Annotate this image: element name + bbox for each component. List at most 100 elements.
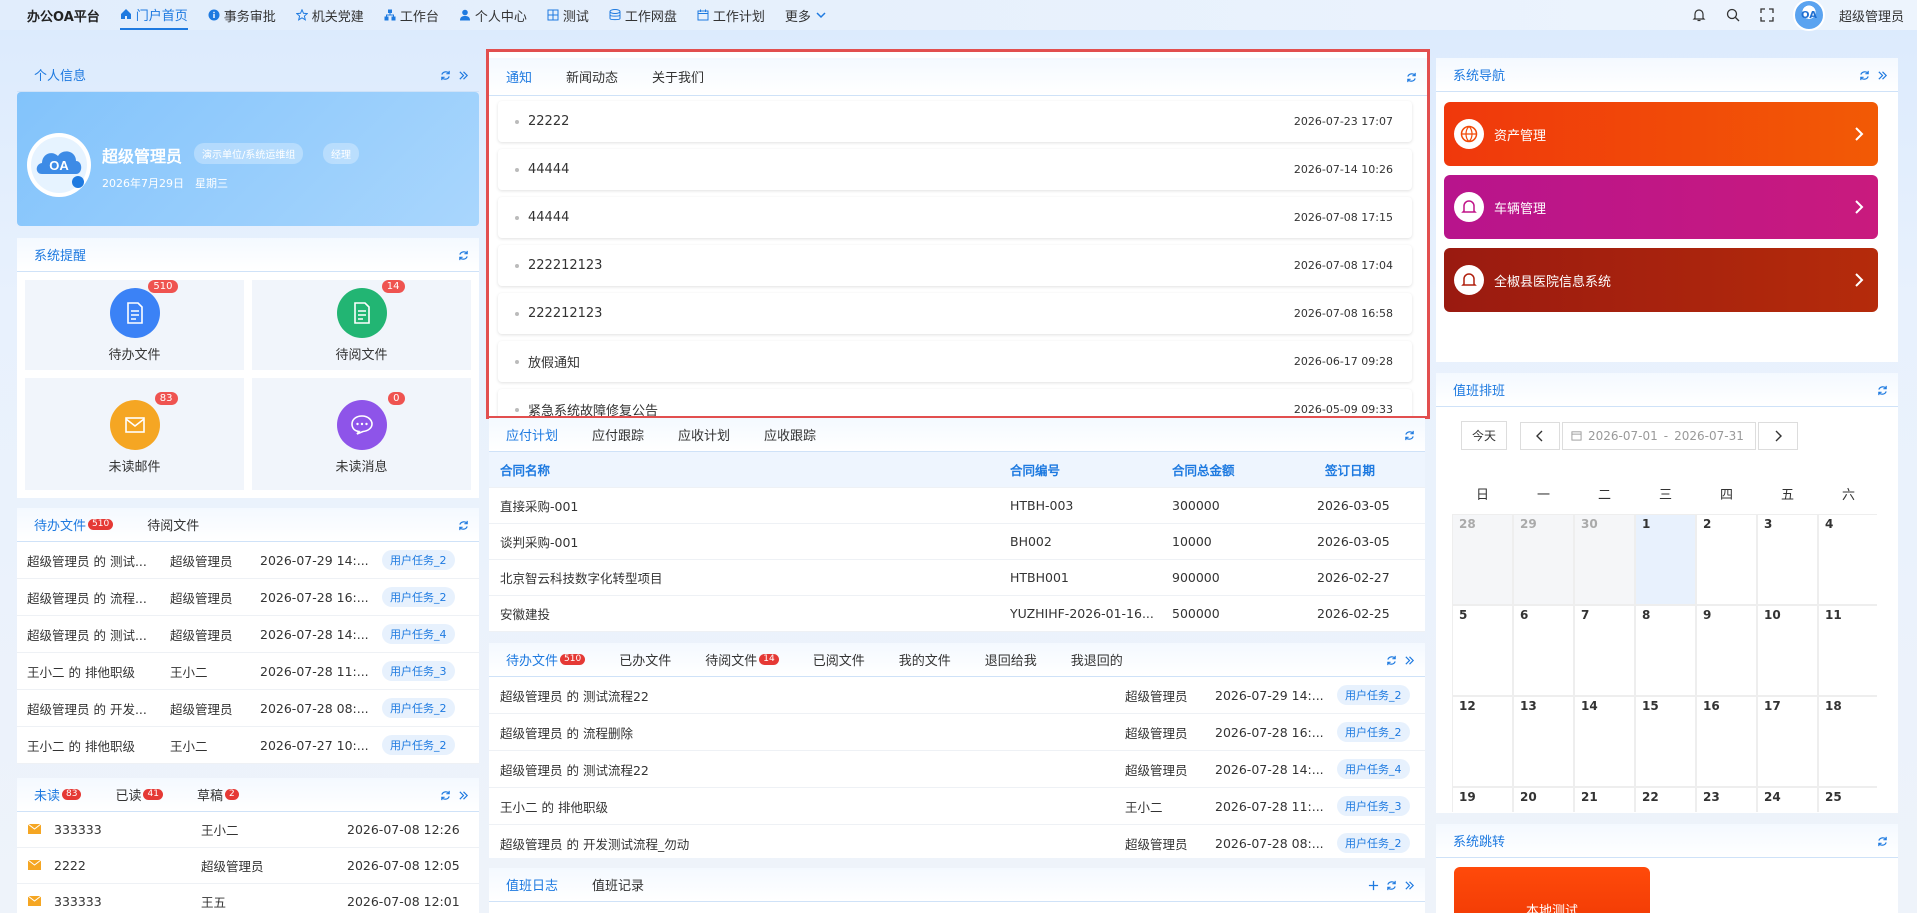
- mail-row[interactable]: 333333 王五 2026-07-08 12:01: [17, 884, 479, 913]
- calendar-day[interactable]: 28: [1452, 514, 1513, 605]
- nav-workplan[interactable]: 工作计划: [697, 0, 765, 30]
- bell-icon[interactable]: [1691, 7, 1707, 23]
- calendar-day[interactable]: 4: [1818, 514, 1877, 605]
- tab-notice[interactable]: 通知: [506, 58, 532, 96]
- refresh-icon[interactable]: [458, 250, 469, 261]
- nav-approval[interactable]: 事务审批: [208, 0, 276, 30]
- list-item[interactable]: 王小二 的 排他职级 王小二 2026-07-28 11:... 用户任务_3: [489, 788, 1425, 825]
- calendar-day[interactable]: 29: [1513, 514, 1574, 605]
- reminder-mail[interactable]: 83 未读邮件: [25, 378, 244, 490]
- notice-item[interactable]: 44444 2026-07-08 17:15: [498, 197, 1412, 238]
- calendar-day[interactable]: 13: [1513, 696, 1574, 787]
- tab-toread[interactable]: 待阅文件: [147, 508, 199, 542]
- list-item[interactable]: 超级管理员 的 测试... 超级管理员 2026-07-29 14:... 用户任务_…: [17, 542, 479, 579]
- sysnav-hospital[interactable]: 全椒县医院信息系统: [1444, 248, 1878, 312]
- calendar-day[interactable]: 15: [1635, 696, 1696, 787]
- tab-done[interactable]: 已办文件: [619, 643, 671, 677]
- notice-item[interactable]: 22222 2026-07-23 17:07: [498, 101, 1412, 142]
- tab-read[interactable]: 已读 41: [115, 778, 163, 812]
- calendar-day[interactable]: 9: [1696, 605, 1757, 696]
- refresh-icon[interactable]: [1404, 430, 1415, 441]
- nav-test[interactable]: 测试: [547, 0, 589, 30]
- notice-item[interactable]: 222212123 2026-07-08 17:04: [498, 245, 1412, 286]
- notice-item[interactable]: 放假通知 2026-06-17 09:28: [498, 341, 1412, 382]
- calendar-day[interactable]: 16: [1696, 696, 1757, 787]
- calendar-day[interactable]: 2: [1696, 514, 1757, 605]
- list-item[interactable]: 超级管理员 的 测试... 超级管理员 2026-07-28 14:... 用户任务_…: [17, 616, 479, 653]
- tab-news[interactable]: 新闻动态: [566, 58, 618, 96]
- fullscreen-icon[interactable]: [1759, 7, 1775, 23]
- calendar-day[interactable]: 22: [1635, 787, 1696, 812]
- nav-home[interactable]: 门户首页: [119, 0, 188, 30]
- date-range-input[interactable]: 2026-07-01-2026-07-31: [1562, 421, 1757, 450]
- refresh-icon[interactable]: [458, 520, 469, 531]
- calendar-day[interactable]: 3: [1757, 514, 1818, 605]
- tab-about[interactable]: 关于我们: [652, 58, 704, 96]
- nav-party[interactable]: 机关党建: [295, 0, 364, 30]
- calendar-day[interactable]: 8: [1635, 605, 1696, 696]
- double-chevron-right-icon[interactable]: [1877, 70, 1888, 81]
- jump-local-test[interactable]: 本地测试: [1454, 867, 1650, 913]
- list-item[interactable]: 超级管理员 的 流程... 超级管理员 2026-07-28 16:... 用户任务_…: [17, 579, 479, 616]
- tab-todo[interactable]: 待办文件 510: [34, 508, 114, 542]
- plus-icon[interactable]: [1368, 880, 1379, 891]
- double-chevron-right-icon[interactable]: [1404, 880, 1415, 891]
- notice-item[interactable]: 44444 2026-07-14 10:26: [498, 149, 1412, 190]
- refresh-icon[interactable]: [1386, 655, 1397, 666]
- list-item[interactable]: 王小二 的 排他职级 王小二 2026-07-27 10:... 用户任务_2: [17, 727, 479, 764]
- list-item[interactable]: 王小二 的 排他职级 王小二 2026-07-28 11:... 用户任务_3: [17, 653, 479, 690]
- calendar-day[interactable]: 23: [1696, 787, 1757, 812]
- nav-personal[interactable]: 个人中心: [459, 0, 527, 30]
- today-button[interactable]: 今天: [1461, 421, 1508, 450]
- tab-receivable-plan[interactable]: 应收计划: [678, 418, 730, 452]
- prev-button[interactable]: [1520, 421, 1561, 450]
- calendar-day[interactable]: 5: [1452, 605, 1513, 696]
- user-avatar[interactable]: OA: [1792, 0, 1825, 31]
- reminder-todo[interactable]: 510 待办文件: [25, 279, 244, 370]
- notice-item[interactable]: 222212123 2026-07-08 16:58: [498, 293, 1412, 334]
- next-button[interactable]: [1758, 421, 1799, 450]
- tab-payable-plan[interactable]: 应付计划: [506, 418, 558, 452]
- calendar-day[interactable]: 20: [1513, 787, 1574, 812]
- calendar-day[interactable]: 7: [1574, 605, 1635, 696]
- nav-workbench[interactable]: 工作台: [384, 0, 439, 30]
- calendar-day[interactable]: 14: [1574, 696, 1635, 787]
- tab-read[interactable]: 已阅文件: [813, 643, 865, 677]
- reminder-message[interactable]: 0 未读消息: [252, 378, 471, 490]
- refresh-icon[interactable]: [1386, 880, 1397, 891]
- calendar-day[interactable]: 18: [1818, 696, 1877, 787]
- sysnav-vehicle[interactable]: 车辆管理: [1444, 175, 1878, 239]
- tab-i-returned[interactable]: 我退回的: [1071, 643, 1123, 677]
- tab-returned-to-me[interactable]: 退回给我: [985, 643, 1037, 677]
- refresh-icon[interactable]: [1877, 385, 1888, 396]
- search-icon[interactable]: [1725, 7, 1741, 23]
- table-row[interactable]: 直接采购-001 HTBH-003 300000 2026-03-05: [489, 488, 1425, 524]
- table-row[interactable]: 北京智云科技数字化转型项目 HTBH001 900000 2026-02-27: [489, 560, 1425, 596]
- calendar-day[interactable]: 10: [1757, 605, 1818, 696]
- mail-row[interactable]: 333333 王小二 2026-07-08 12:26: [17, 812, 479, 848]
- tab-draft[interactable]: 草稿 2: [197, 778, 239, 812]
- calendar-day[interactable]: 12: [1452, 696, 1513, 787]
- table-row[interactable]: 谈判采购-001 BH002 10000 2026-03-05: [489, 524, 1425, 560]
- double-chevron-right-icon[interactable]: [458, 70, 469, 81]
- tab-duty-record[interactable]: 值班记录: [592, 868, 644, 902]
- mail-row[interactable]: 2222 超级管理员 2026-07-08 12:05: [17, 848, 479, 884]
- tab-mine[interactable]: 我的文件: [899, 643, 951, 677]
- calendar-day[interactable]: 17: [1757, 696, 1818, 787]
- list-item[interactable]: 超级管理员 的 开发测试流程_勿动 超级管理员 2026-07-28 08:... 用…: [489, 825, 1425, 858]
- tab-unread[interactable]: 未读 83: [34, 778, 82, 812]
- list-item[interactable]: 超级管理员 的 开发... 超级管理员 2026-07-28 08:... 用户任务_…: [17, 690, 479, 727]
- calendar-day[interactable]: 21: [1574, 787, 1635, 812]
- tab-todo[interactable]: 待办文件 510: [506, 643, 586, 677]
- calendar-day[interactable]: 1: [1635, 514, 1696, 605]
- sysnav-asset[interactable]: 资产管理: [1444, 102, 1878, 166]
- double-chevron-right-icon[interactable]: [1404, 655, 1415, 666]
- list-item[interactable]: 超级管理员 的 流程删除 超级管理员 2026-07-28 16:... 用户任务_2: [489, 714, 1425, 751]
- tab-toread[interactable]: 待阅文件 14: [705, 643, 779, 677]
- calendar-day[interactable]: 25: [1818, 787, 1877, 812]
- list-item[interactable]: 超级管理员 的 测试流程22 超级管理员 2026-07-29 14:... 用户任务…: [489, 677, 1425, 714]
- refresh-icon[interactable]: [440, 70, 451, 81]
- table-row[interactable]: 安徽建投 YUZHIHF-2026-01-16... 500000 2026-02-2…: [489, 596, 1425, 632]
- reminder-toread[interactable]: 14 待阅文件: [252, 279, 471, 370]
- refresh-icon[interactable]: [1859, 70, 1870, 81]
